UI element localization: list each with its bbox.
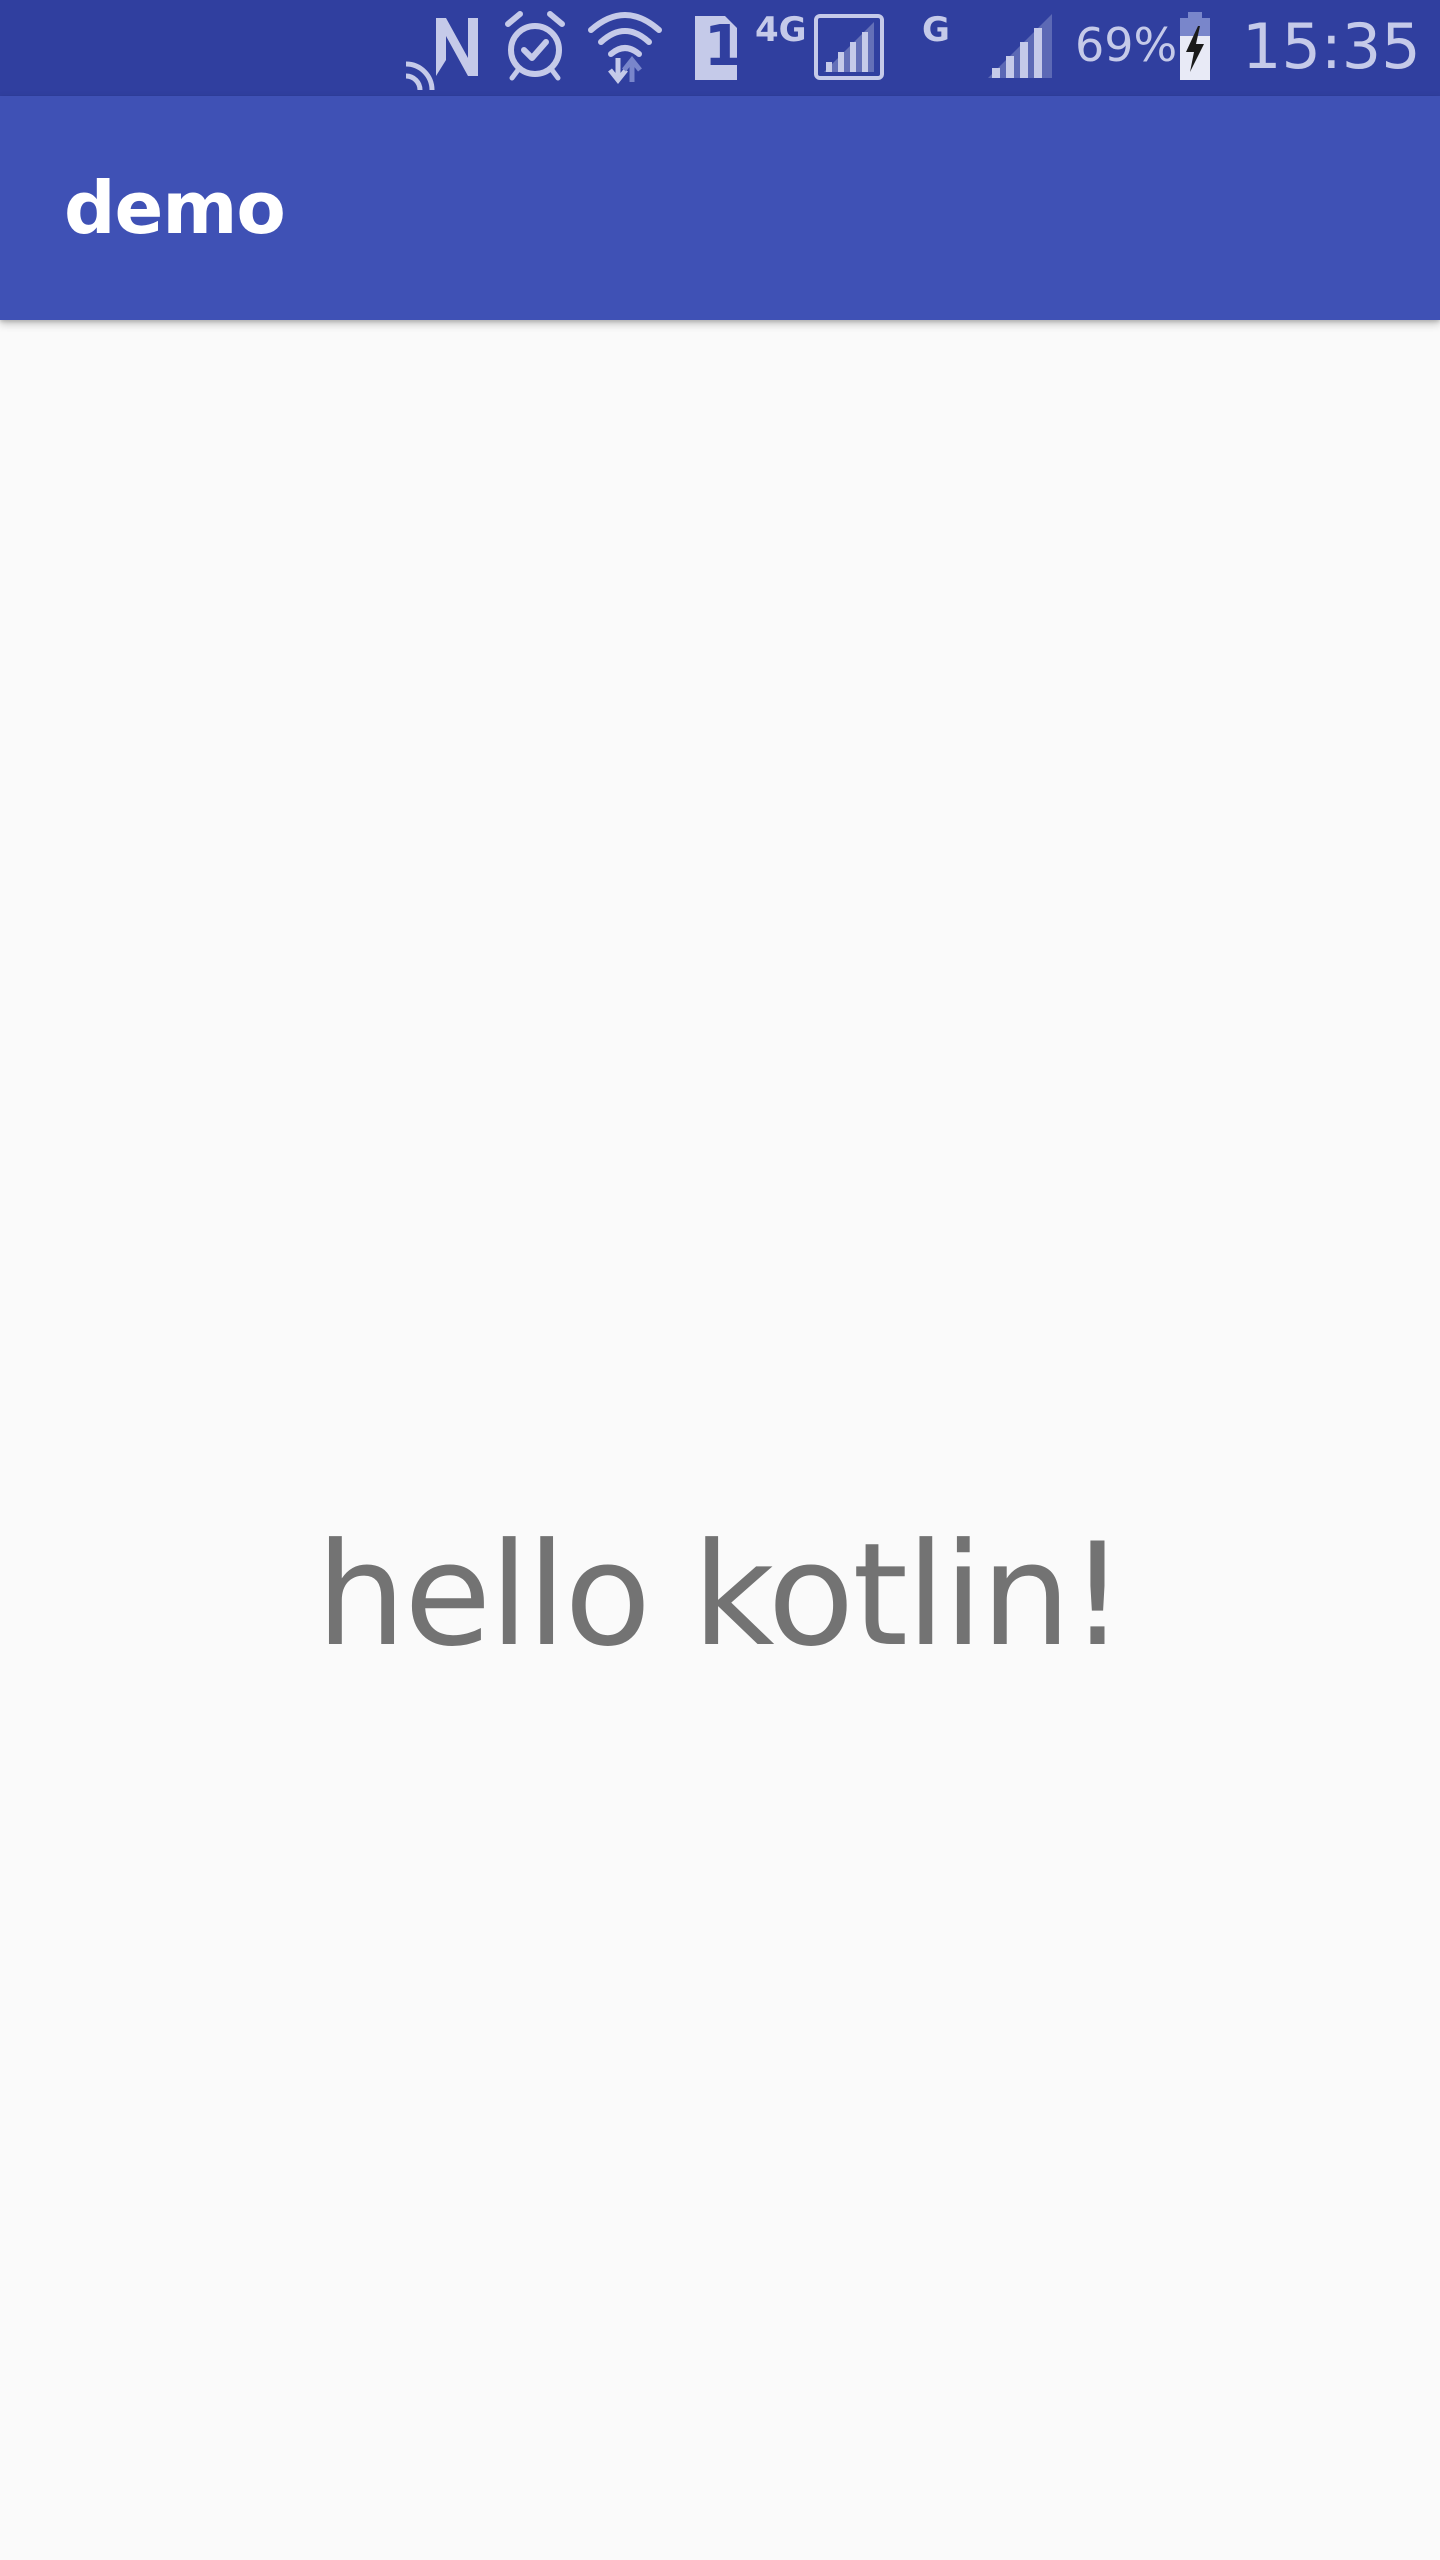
status-bar: 1 4G G 69% 15:35 bbox=[0, 0, 1440, 96]
network-4g-label: 4G bbox=[755, 10, 807, 50]
app-title: demo bbox=[64, 166, 286, 250]
signal-4g-icon bbox=[814, 14, 884, 80]
sim-slot-label: 1 bbox=[704, 14, 743, 79]
nfc-icon bbox=[405, 18, 478, 91]
network-g-label: G bbox=[922, 10, 950, 50]
signal-g-icon bbox=[988, 14, 1052, 78]
status-time: 15:35 bbox=[1242, 10, 1421, 83]
main-content: hello kotlin! bbox=[0, 320, 1440, 2560]
hello-message: hello kotlin! bbox=[316, 1513, 1126, 1678]
app-bar: demo bbox=[0, 96, 1440, 320]
battery-percent: 69% bbox=[1075, 18, 1178, 72]
status-icons: 1 4G G 69% 15:35 bbox=[340, 0, 1440, 96]
battery-charging-icon bbox=[1180, 12, 1210, 80]
alarm-icon bbox=[505, 11, 565, 81]
wifi-icon bbox=[588, 12, 662, 85]
